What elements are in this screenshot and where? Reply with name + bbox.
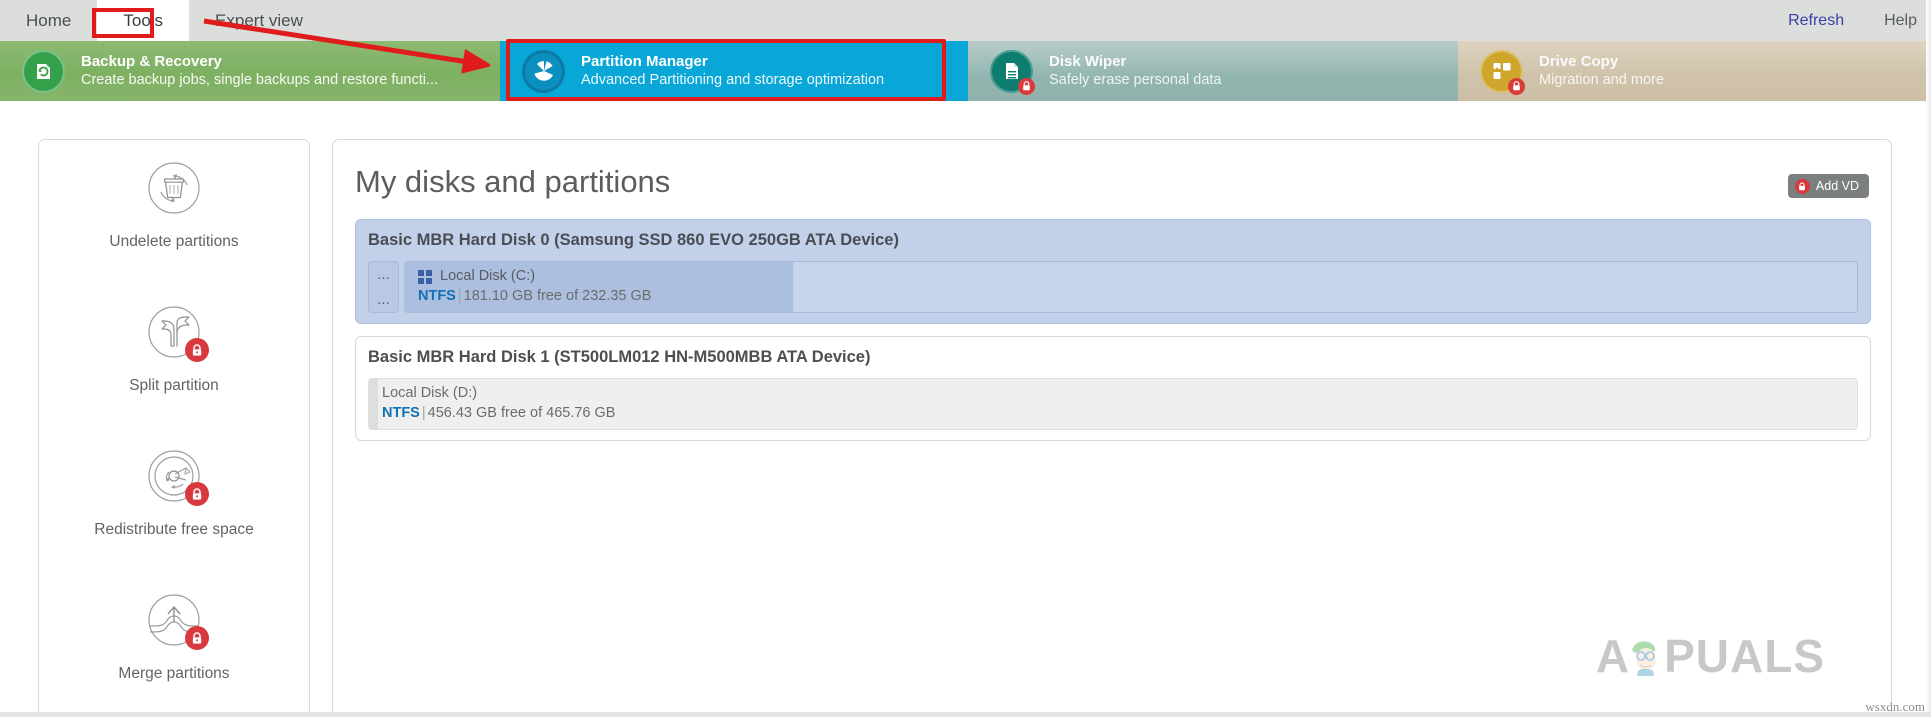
menu-actions: Refresh Help <box>1788 0 1917 41</box>
refresh-link[interactable]: Refresh <box>1788 12 1844 30</box>
sidebar-item-redistribute-free-space[interactable]: Redistribute free space <box>39 428 309 572</box>
filesystem-label: NTFS <box>418 288 456 304</box>
tile-drive-copy-subtitle: Migration and more <box>1539 72 1664 88</box>
meta-separator: | <box>421 405 426 421</box>
sidebar-item-split-partition[interactable]: Split partition <box>39 284 309 428</box>
undelete-partitions-icon <box>142 156 206 220</box>
document-shred-icon <box>990 49 1035 95</box>
filesystem-label: NTFS <box>382 405 420 421</box>
tile-disk-wiper-subtitle: Safely erase personal data <box>1049 72 1222 88</box>
partition-info: Local Disk (C:) NTFS | 181.10 GB free of 2… <box>405 262 1857 307</box>
menu-tabs: Home Tools Expert view <box>0 0 329 41</box>
add-vd-label: Add VD <box>1815 179 1859 193</box>
partition-d[interactable]: Local Disk (D:) NTFS | 456.43 GB free of 4… <box>368 378 1858 430</box>
help-link[interactable]: Help <box>1884 12 1917 30</box>
partition-manager-window: Home Tools Expert view Refresh Help Back… <box>0 0 1931 717</box>
partition-row: Local Disk (D:) NTFS | 456.43 GB free of 4… <box>368 378 1858 430</box>
tools-sidebar: Undelete partitions Split partition Redi… <box>38 139 310 717</box>
ellipsis-bottom: ... <box>377 290 390 308</box>
tile-disk-wiper-text: Disk Wiper Safely erase personal data <box>1049 52 1222 90</box>
partition-meta: NTFS | 181.10 GB free of 232.35 GB <box>418 286 1857 307</box>
sidebar-item-label: Undelete partitions <box>109 233 239 250</box>
disk-card-0[interactable]: Basic MBR Hard Disk 0 (Samsung SSD 860 E… <box>355 219 1871 324</box>
menu-tab-tools[interactable]: Tools <box>97 0 190 41</box>
tile-partition-manager-subtitle: Advanced Partitioning and storage optimi… <box>581 72 885 88</box>
drive-copy-icon <box>1480 49 1525 95</box>
disk-0-overflow-button[interactable]: ... ... <box>368 261 399 313</box>
site-watermark: wsxdn.com <box>1865 699 1925 714</box>
partition-label: Local Disk (D:) <box>382 385 478 401</box>
meta-separator: | <box>457 288 462 304</box>
lock-icon <box>185 482 209 506</box>
product-tiles: Backup & Recovery Create backup jobs, si… <box>0 41 1931 101</box>
lock-icon <box>185 626 209 650</box>
tile-backup-recovery[interactable]: Backup & Recovery Create backup jobs, si… <box>0 41 500 101</box>
pie-chart-icon <box>522 49 565 93</box>
sidebar-item-label: Redistribute free space <box>94 521 254 538</box>
disk-title: Basic MBR Hard Disk 1 (ST500LM012 HN-M50… <box>368 348 871 366</box>
sidebar-item-undelete-partitions[interactable]: Undelete partitions <box>39 140 309 284</box>
ellipsis-top: ... <box>377 265 390 283</box>
partition-name-row: Local Disk (D:) <box>382 384 1857 403</box>
sidebar-item-label: Merge partitions <box>118 665 230 682</box>
tile-backup-recovery-subtitle: Create backup jobs, single backups and r… <box>81 72 439 88</box>
partition-meta: NTFS | 456.43 GB free of 465.76 GB <box>382 403 1857 424</box>
appuals-text-rest: PUALS <box>1664 630 1825 682</box>
tile-drive-copy[interactable]: Drive Copy Migration and more <box>1458 41 1931 101</box>
tile-partition-manager[interactable]: Partition Manager Advanced Partitioning … <box>500 41 968 101</box>
tile-disk-wiper[interactable]: Disk Wiper Safely erase personal data <box>968 41 1458 101</box>
tile-disk-wiper-title: Disk Wiper <box>1049 53 1127 70</box>
backup-recovery-icon <box>22 49 65 93</box>
merge-partitions-icon <box>142 588 209 652</box>
tile-backup-recovery-text: Backup & Recovery Create backup jobs, si… <box>81 52 438 90</box>
capacity-text: 456.43 GB free of 465.76 GB <box>427 405 616 421</box>
appuals-mascot-icon <box>1624 634 1668 678</box>
partition-row: ... ... Local Disk (C:) NTFS | 181.10 GB f… <box>368 261 1858 313</box>
capacity-text: 181.10 GB free of 232.35 GB <box>463 288 652 304</box>
partition-label: Local Disk (C:) <box>440 268 536 284</box>
disks-panel: My disks and partitions Add VD Basic MBR… <box>332 139 1892 717</box>
split-partition-icon <box>142 300 209 364</box>
window-bottom-edge <box>0 712 1931 717</box>
partition-c[interactable]: Local Disk (C:) NTFS | 181.10 GB free of 2… <box>404 261 1858 313</box>
sidebar-item-label: Split partition <box>129 377 219 394</box>
lock-icon <box>1018 77 1035 95</box>
menu-tab-expert-view[interactable]: Expert view <box>189 0 329 41</box>
window-right-edge <box>1926 0 1931 717</box>
add-vd-button[interactable]: Add VD <box>1787 174 1869 198</box>
partition-info: Local Disk (D:) NTFS | 456.43 GB free of 4… <box>369 379 1857 424</box>
disk-card-1[interactable]: Basic MBR Hard Disk 1 (ST500LM012 HN-M50… <box>355 336 1871 441</box>
tile-drive-copy-title: Drive Copy <box>1539 53 1619 70</box>
tile-partition-manager-title: Partition Manager <box>581 53 708 70</box>
sidebar-item-merge-partitions[interactable]: Merge partitions <box>39 572 309 716</box>
windows-logo-icon <box>418 269 432 284</box>
redistribute-free-space-icon <box>142 444 209 508</box>
partition-name-row: Local Disk (C:) <box>418 267 1857 286</box>
lock-icon <box>185 338 209 362</box>
appuals-watermark: A PUALS <box>1596 633 1825 679</box>
menu-bar: Home Tools Expert view Refresh Help <box>0 0 1931 42</box>
lock-icon <box>1794 178 1810 194</box>
content-area: Undelete partitions Split partition Redi… <box>0 101 1931 717</box>
tile-partition-manager-text: Partition Manager Advanced Partitioning … <box>581 52 884 90</box>
tile-backup-recovery-title: Backup & Recovery <box>81 53 222 70</box>
lock-icon <box>1508 77 1525 95</box>
page-title: My disks and partitions <box>355 164 671 199</box>
tile-drive-copy-text: Drive Copy Migration and more <box>1539 52 1664 90</box>
disk-title: Basic MBR Hard Disk 0 (Samsung SSD 860 E… <box>368 231 899 249</box>
menu-tab-home[interactable]: Home <box>0 0 97 41</box>
